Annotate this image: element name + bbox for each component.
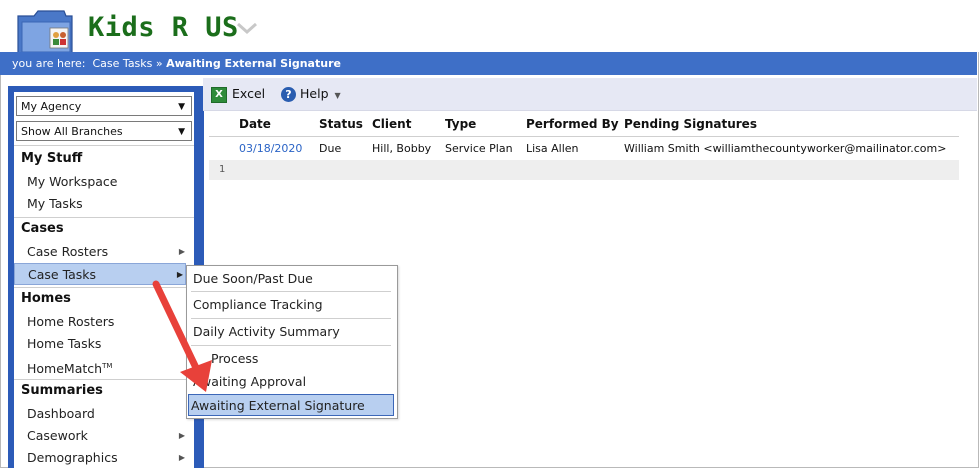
help-icon: ?	[281, 87, 296, 102]
breadcrumb-parent[interactable]: Case Tasks	[93, 57, 153, 70]
submenu-item-due-soon[interactable]: Due Soon/Past Due	[191, 268, 391, 290]
divider	[191, 345, 391, 346]
help-button[interactable]: ? Help ▼	[281, 85, 341, 103]
divider	[14, 217, 194, 218]
sidebar-item-my-tasks[interactable]: My Tasks	[27, 193, 187, 215]
sidebar-item-label: Case Tasks	[28, 267, 97, 282]
submenu-item-awaiting-external-signature[interactable]: Awaiting External Signature	[188, 394, 394, 416]
column-header-type[interactable]: Type	[445, 117, 476, 131]
pager: 1	[209, 160, 959, 180]
sidebar-item-home-rosters[interactable]: Home Rosters	[27, 311, 187, 333]
agency-select[interactable]: My Agency ▼	[16, 96, 192, 116]
breadcrumb-current: Awaiting External Signature	[166, 57, 341, 70]
submenu-arrow-icon: ▶	[178, 431, 185, 440]
cell-date-link[interactable]: 03/18/2020	[239, 142, 302, 155]
table-row[interactable]: 03/18/2020 Due Hill, Bobby Service Plan …	[209, 138, 959, 160]
cell-status: Due	[319, 142, 342, 155]
sidebar-item-label: HomeMatch	[27, 361, 103, 377]
divider	[14, 379, 194, 380]
submenu-item-daily-activity-summary[interactable]: Daily Activity Summary	[191, 321, 391, 343]
submenu-item-process[interactable]: Process	[191, 348, 391, 370]
dropdown-arrow-icon: ▼	[178, 102, 185, 112]
chevron-down-icon[interactable]	[236, 22, 258, 34]
app-title: Kids R US	[88, 12, 239, 43]
breadcrumb-separator: »	[155, 57, 163, 70]
column-header-client[interactable]: Client	[372, 117, 411, 131]
section-heading-my-stuff: My Stuff	[21, 151, 83, 166]
section-heading-summaries: Summaries	[21, 383, 103, 398]
chevron-down-icon: ▼	[334, 91, 341, 100]
submenu-arrow-icon: ▶	[178, 453, 185, 462]
cell-client: Hill, Bobby	[372, 142, 432, 155]
page-number[interactable]: 1	[219, 160, 225, 180]
sidebar-item-demographics[interactable]: Demographics ▶	[27, 447, 187, 469]
sidebar-item-casework[interactable]: Casework ▶	[27, 425, 187, 447]
cell-pending-signatures: William Smith <williamthecountyworker@ma…	[624, 142, 947, 155]
submenu-item-awaiting-approval[interactable]: Awaiting Approval	[191, 371, 391, 393]
excel-label: Excel	[232, 86, 266, 101]
cell-type: Service Plan	[445, 142, 513, 155]
sidebar-item-homematch[interactable]: HomeMatchTM	[27, 355, 187, 377]
breadcrumb-prefix: you are here:	[12, 57, 86, 70]
excel-icon: X	[211, 86, 227, 103]
branch-select-value: Show All Branches	[21, 125, 123, 138]
sidebar-panel: My Agency ▼ Show All Branches ▼ My Stuff…	[14, 92, 194, 468]
sidebar-item-case-tasks[interactable]: Case Tasks ▶	[14, 263, 186, 285]
dropdown-arrow-icon: ▼	[178, 127, 185, 137]
sidebar: My Agency ▼ Show All Branches ▼ My Stuff…	[8, 86, 204, 468]
agency-select-value: My Agency	[21, 100, 82, 113]
column-header-performed-by[interactable]: Performed By	[526, 117, 619, 131]
sidebar-item-label: Case Rosters	[27, 244, 109, 259]
submenu-arrow-icon: ▶	[176, 270, 183, 279]
excel-button[interactable]: X Excel	[211, 85, 265, 103]
sidebar-item-my-workspace[interactable]: My Workspace	[27, 171, 187, 193]
toolbar: X Excel ? Help ▼	[203, 78, 977, 111]
trademark-mark: TM	[102, 362, 113, 370]
divider	[191, 318, 391, 319]
sidebar-item-dashboard[interactable]: Dashboard	[27, 403, 187, 425]
table-header: Date Status Client Type Performed By Pen…	[209, 112, 959, 137]
column-header-pending-signatures[interactable]: Pending Signatures	[624, 117, 757, 131]
divider	[191, 291, 391, 292]
section-heading-cases: Cases	[21, 221, 64, 236]
app-header: Kids R US	[0, 0, 979, 55]
sidebar-item-home-tasks[interactable]: Home Tasks	[27, 333, 187, 355]
submenu-arrow-icon: ▶	[178, 247, 185, 256]
sidebar-item-label: Demographics	[27, 450, 118, 465]
column-header-date[interactable]: Date	[239, 117, 271, 131]
sidebar-item-label: Casework	[27, 428, 88, 443]
sidebar-item-case-rosters[interactable]: Case Rosters ▶	[27, 241, 187, 263]
submenu-item-compliance-tracking[interactable]: Compliance Tracking	[191, 294, 391, 316]
help-label: Help	[300, 86, 329, 101]
section-heading-homes: Homes	[21, 291, 71, 306]
case-tasks-submenu: Due Soon/Past Due Compliance Tracking Da…	[186, 265, 398, 419]
folder-logo-icon	[17, 10, 73, 55]
breadcrumb: you are here: Case Tasks » Awaiting Exte…	[0, 52, 977, 75]
branch-select[interactable]: Show All Branches ▼	[16, 121, 192, 141]
divider	[14, 287, 194, 288]
divider	[14, 145, 194, 146]
cell-performed-by: Lisa Allen	[526, 142, 579, 155]
column-header-status[interactable]: Status	[319, 117, 363, 131]
